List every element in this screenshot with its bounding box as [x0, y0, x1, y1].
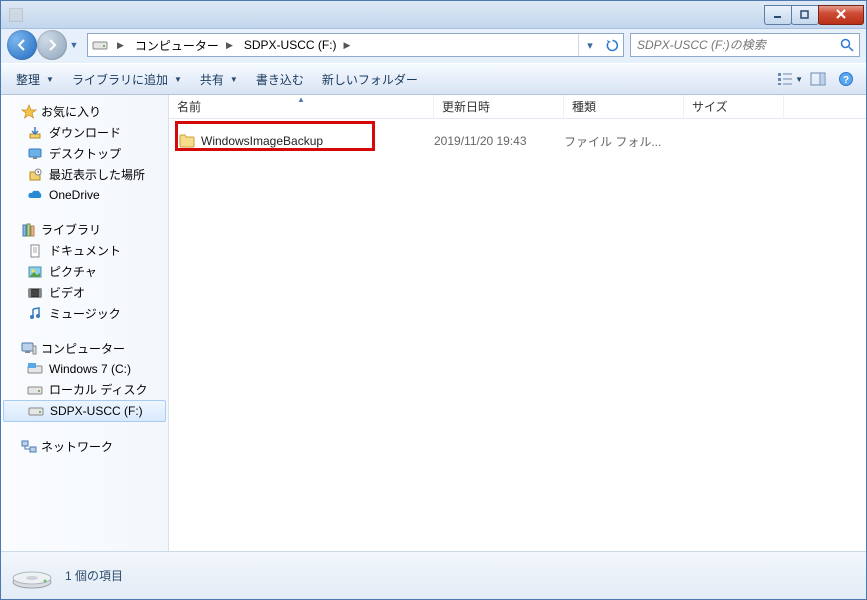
explorer-body: お気に入り ダウンロード デスクトップ 最近表示した場所 OneDrive ライ… — [1, 95, 866, 551]
drive-c-icon — [27, 361, 43, 377]
file-list-pane: 名前▲ 更新日時 種類 サイズ WindowsImageBackup 2019/… — [169, 95, 866, 551]
search-icon[interactable] — [835, 38, 859, 52]
libraries-group[interactable]: ライブラリ — [1, 219, 168, 240]
sidebar-item-documents[interactable]: ドキュメント — [1, 240, 168, 261]
breadcrumb-drive[interactable]: SDPX-USCC (F:) — [238, 34, 339, 56]
navigation-pane: お気に入り ダウンロード デスクトップ 最近表示した場所 OneDrive ライ… — [1, 95, 169, 551]
file-name: WindowsImageBackup — [201, 134, 323, 148]
sidebar-item-downloads[interactable]: ダウンロード — [1, 122, 168, 143]
breadcrumb-computer[interactable]: コンピューター — [129, 34, 221, 56]
favorites-label: お気に入り — [41, 103, 101, 120]
network-icon — [21, 439, 37, 455]
search-box[interactable] — [630, 33, 860, 57]
drive-icon — [28, 403, 44, 419]
library-icon — [21, 222, 37, 238]
search-input[interactable] — [631, 38, 835, 52]
folder-icon — [179, 133, 195, 149]
sidebar-item-desktop[interactable]: デスクトップ — [1, 143, 168, 164]
drive-icon — [92, 37, 108, 53]
documents-icon — [27, 243, 43, 259]
videos-icon — [27, 285, 43, 301]
history-dropdown[interactable]: ▼ — [67, 30, 81, 60]
column-date[interactable]: 更新日時 — [434, 95, 564, 118]
close-button[interactable] — [818, 5, 864, 25]
window-controls — [765, 5, 864, 25]
breadcrumb-chevron[interactable]: ▶ — [339, 34, 356, 56]
sidebar-item-c-drive[interactable]: Windows 7 (C:) — [1, 359, 168, 379]
favorites-group[interactable]: お気に入り — [1, 101, 168, 122]
pictures-icon — [27, 264, 43, 280]
music-icon — [27, 306, 43, 322]
status-bar: 1 個の項目 — [1, 551, 866, 599]
onedrive-icon — [27, 187, 43, 203]
back-button[interactable] — [7, 30, 37, 60]
maximize-button[interactable] — [791, 5, 819, 25]
explorer-window: ▼ ▶ コンピューター ▶ SDPX-USCC (F:) ▶ ▾ — [0, 0, 867, 600]
address-dropdown[interactable]: ▾ — [579, 34, 601, 56]
sidebar-item-pictures[interactable]: ピクチャ — [1, 261, 168, 282]
sidebar-item-onedrive[interactable]: OneDrive — [1, 185, 168, 205]
svg-text:?: ? — [843, 75, 849, 86]
sidebar-item-recent[interactable]: 最近表示した場所 — [1, 164, 168, 185]
organize-menu[interactable]: 整理▼ — [7, 67, 63, 92]
titlebar — [1, 1, 866, 29]
recent-icon — [27, 167, 43, 183]
burn-button[interactable]: 書き込む — [247, 67, 313, 92]
file-row[interactable]: WindowsImageBackup 2019/11/20 19:43 ファイル… — [169, 129, 866, 153]
downloads-icon — [27, 125, 43, 141]
file-rows: WindowsImageBackup 2019/11/20 19:43 ファイル… — [169, 119, 866, 551]
command-bar: 整理▼ ライブラリに追加▼ 共有▼ 書き込む 新しいフォルダー ▼ ? — [1, 63, 866, 95]
column-name[interactable]: 名前▲ — [169, 95, 434, 118]
sidebar-item-videos[interactable]: ビデオ — [1, 282, 168, 303]
root-chevron[interactable]: ▶ — [112, 34, 129, 56]
drive-icon — [27, 382, 43, 398]
desktop-icon — [27, 146, 43, 162]
sidebar-item-f-drive[interactable]: SDPX-USCC (F:) — [3, 400, 166, 422]
sort-indicator-icon: ▲ — [297, 95, 305, 104]
refresh-button[interactable] — [601, 34, 623, 56]
title-blurred-area — [9, 8, 23, 22]
computer-icon — [21, 341, 37, 357]
column-headers: 名前▲ 更新日時 種類 サイズ — [169, 95, 866, 119]
share-menu[interactable]: 共有▼ — [191, 67, 247, 92]
sidebar-item-music[interactable]: ミュージック — [1, 303, 168, 324]
network-group[interactable]: ネットワーク — [1, 436, 168, 457]
preview-pane-button[interactable] — [804, 67, 832, 91]
breadcrumb-chevron[interactable]: ▶ — [221, 34, 238, 56]
column-size[interactable]: サイズ — [684, 95, 784, 118]
help-button[interactable]: ? — [832, 67, 860, 91]
drive-large-icon — [11, 560, 53, 592]
navigation-bar: ▼ ▶ コンピューター ▶ SDPX-USCC (F:) ▶ ▾ — [1, 29, 866, 63]
minimize-button[interactable] — [764, 5, 792, 25]
sidebar-item-local-disk[interactable]: ローカル ディスク — [1, 379, 168, 400]
forward-button[interactable] — [37, 30, 67, 60]
file-type: ファイル フォル... — [564, 133, 684, 150]
file-date: 2019/11/20 19:43 — [434, 134, 564, 148]
column-type[interactable]: 種類 — [564, 95, 684, 118]
status-count: 1 個の項目 — [65, 567, 123, 584]
address-bar[interactable]: ▶ コンピューター ▶ SDPX-USCC (F:) ▶ ▾ — [87, 33, 624, 57]
new-folder-button[interactable]: 新しいフォルダー — [313, 67, 427, 92]
view-options-button[interactable]: ▼ — [776, 67, 804, 91]
add-to-library-menu[interactable]: ライブラリに追加▼ — [63, 67, 191, 92]
computer-group[interactable]: コンピューター — [1, 338, 168, 359]
star-icon — [21, 104, 37, 120]
